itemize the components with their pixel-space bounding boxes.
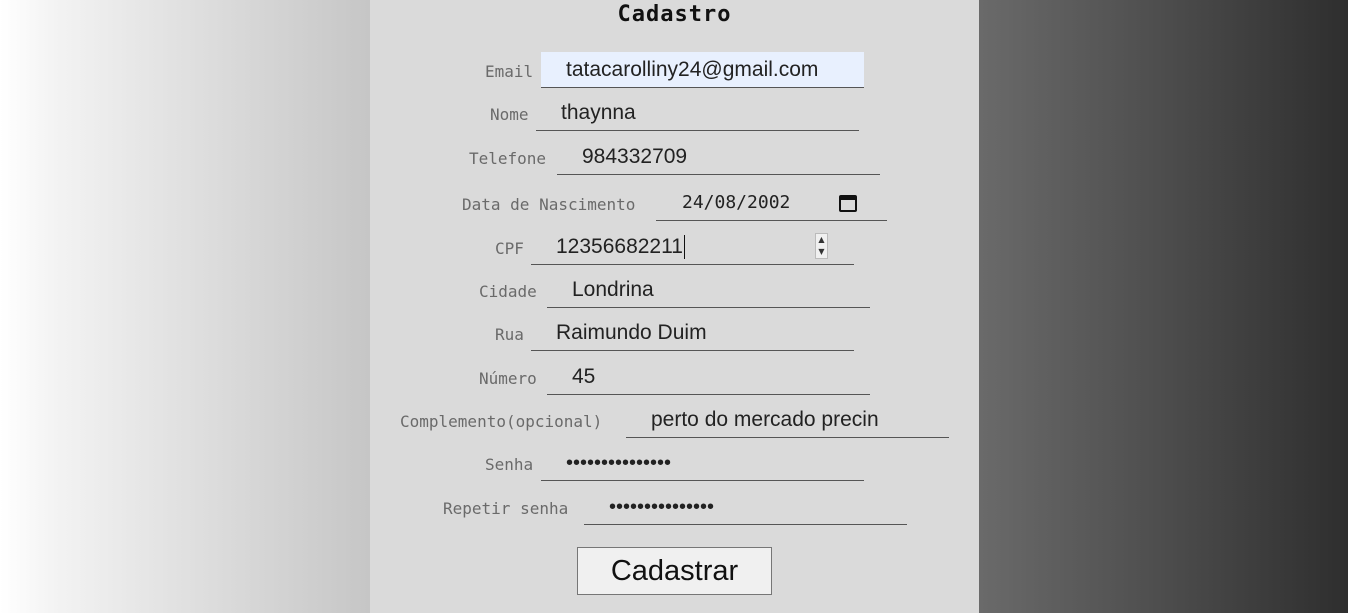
- telefone-row: Telefone 984332709: [370, 139, 979, 179]
- left-gradient-panel: [0, 0, 370, 613]
- cidade-field[interactable]: Londrina: [547, 272, 870, 308]
- complemento-row: Complemento(opcional) perto do mercado p…: [370, 402, 979, 442]
- numero-label: Número: [479, 369, 537, 388]
- cidade-row: Cidade Londrina: [370, 272, 979, 312]
- senha-row: Senha •••••••••••••••: [370, 445, 979, 485]
- rua-row: Rua Raimundo Duim: [370, 315, 979, 355]
- right-gradient-panel: [979, 0, 1348, 613]
- rua-field[interactable]: Raimundo Duim: [531, 315, 854, 351]
- telefone-field[interactable]: 984332709: [557, 139, 880, 175]
- complemento-label: Complemento(opcional): [400, 412, 603, 431]
- email-field[interactable]: tatacarolliny24@gmail.com: [541, 52, 864, 88]
- data-nascimento-label: Data de Nascimento: [462, 195, 636, 214]
- numero-field[interactable]: 45: [547, 359, 870, 395]
- cidade-label: Cidade: [479, 282, 537, 301]
- numero-row: Número 45: [370, 359, 979, 399]
- senha-label: Senha: [485, 455, 534, 474]
- telefone-label: Telefone: [469, 149, 547, 168]
- data-nascimento-row: Data de Nascimento 24/08/2002: [370, 185, 979, 225]
- nome-field[interactable]: thaynna: [536, 95, 859, 131]
- repetir-senha-row: Repetir senha •••••••••••••••: [370, 489, 979, 529]
- cadastrar-button[interactable]: Cadastrar: [577, 547, 772, 595]
- rua-label: Rua: [495, 325, 524, 344]
- email-label: Email: [485, 62, 534, 81]
- senha-field[interactable]: •••••••••••••••: [541, 445, 864, 481]
- number-spinner[interactable]: ▲ ▼: [815, 233, 828, 259]
- repetir-senha-field[interactable]: •••••••••••••••: [584, 489, 907, 525]
- cpf-label: CPF: [495, 239, 524, 258]
- cpf-value: 12356682211: [556, 235, 683, 258]
- complemento-field[interactable]: perto do mercado precin: [626, 402, 949, 438]
- text-caret: [683, 235, 685, 260]
- repetir-senha-label: Repetir senha: [443, 499, 569, 518]
- form-title: Cadastro: [617, 2, 732, 27]
- cpf-row: CPF 12356682211 ▲ ▼: [370, 229, 979, 269]
- nome-row: Nome thaynna: [370, 95, 979, 135]
- calendar-icon[interactable]: [839, 195, 857, 212]
- nome-label: Nome: [490, 105, 529, 124]
- email-row: Email tatacarolliny24@gmail.com: [370, 52, 979, 92]
- registration-form: Cadastro Email tatacarolliny24@gmail.com…: [370, 0, 979, 613]
- cpf-field[interactable]: 12356682211: [531, 229, 854, 265]
